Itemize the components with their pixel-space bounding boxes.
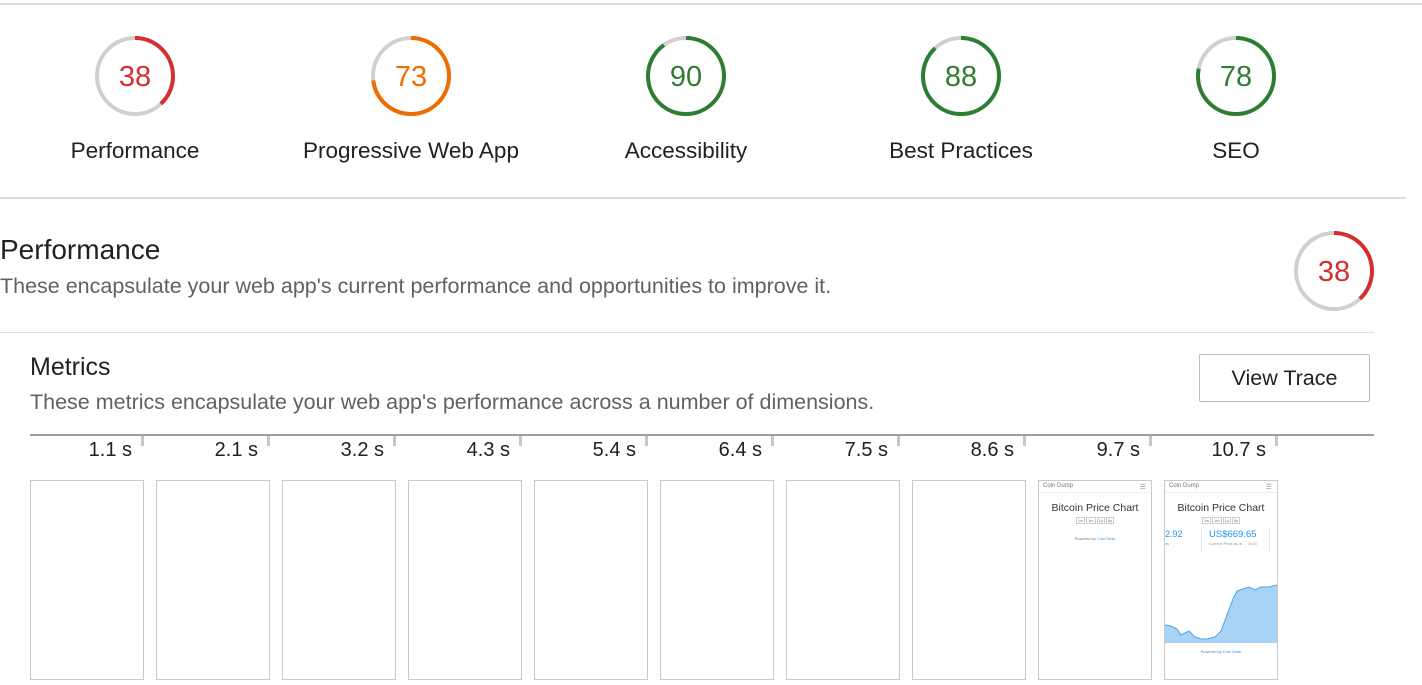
metrics-description: These metrics encapsulate your web app's… bbox=[30, 390, 875, 414]
filmstrip-time: 3.2 s bbox=[340, 439, 384, 461]
filmstrip-time: 10.7 s bbox=[1211, 439, 1266, 461]
mini-current-price-caption: Current Price as at ... 2016 bbox=[1209, 541, 1257, 546]
filmstrip-tick bbox=[393, 436, 396, 446]
gauge-performance[interactable]: 38 Performance bbox=[0, 34, 275, 164]
filmstrip-frame bbox=[156, 480, 270, 680]
filmstrip-tick bbox=[645, 436, 648, 446]
mini-range-tab: 1m bbox=[1212, 517, 1222, 524]
mini-range-tab: 5y bbox=[1231, 517, 1241, 524]
filmstrip-time: 1.1 s bbox=[88, 439, 132, 461]
filmstrip-time: 9.7 s bbox=[1096, 439, 1140, 461]
gauge-accessibility[interactable]: 90 Accessibility bbox=[546, 34, 826, 164]
performance-section-title: Performance bbox=[0, 234, 161, 265]
gauge-performance-ring: 38 bbox=[95, 36, 175, 116]
mini-app-header: Coin Dump ☰ bbox=[1165, 481, 1277, 493]
gauge-performance-score: 38 bbox=[119, 61, 151, 93]
mini-range-tab: 1y bbox=[1096, 517, 1105, 524]
view-trace-button[interactable]: View Trace bbox=[1199, 354, 1370, 402]
filmstrip-frame bbox=[660, 480, 774, 680]
mini-range-tab: 1y bbox=[1222, 517, 1231, 524]
mini-app-title: Bitcoin Price Chart bbox=[1051, 502, 1139, 514]
filmstrip-frame bbox=[534, 480, 648, 680]
mini-app-name: Coin Dump bbox=[1169, 483, 1200, 489]
gauge-pwa-ring: 73 bbox=[371, 36, 451, 116]
mini-current-price: US$669.65 bbox=[1209, 529, 1257, 540]
gauge-pwa[interactable]: 73 Progressive Web App bbox=[271, 34, 551, 164]
mini-range-tab: 1w bbox=[1075, 517, 1086, 524]
filmstrip-time: 8.6 s bbox=[970, 439, 1014, 461]
gauge-best-practices-score: 88 bbox=[945, 61, 977, 93]
filmstrip-axis bbox=[30, 434, 1374, 436]
mini-app-header: Coin Dump ☰ bbox=[1039, 481, 1151, 493]
performance-section-description: These encapsulate your web app's current… bbox=[0, 274, 832, 298]
filmstrip-frame bbox=[282, 480, 396, 680]
mini-price-divider bbox=[1201, 527, 1202, 553]
mini-footer-link: Coin Desk bbox=[1222, 649, 1242, 654]
gauge-accessibility-label: Accessibility bbox=[624, 138, 748, 163]
mini-range-tab: 5y bbox=[1105, 517, 1115, 524]
gauge-seo-score: 78 bbox=[1220, 61, 1252, 93]
gauge-performance-label: Performance bbox=[70, 138, 200, 163]
gauge-seo[interactable]: 78 SEO bbox=[1096, 34, 1376, 164]
mini-price-chart bbox=[1165, 584, 1277, 643]
hamburger-icon: ☰ bbox=[1139, 484, 1146, 491]
filmstrip-time: 2.1 s bbox=[214, 439, 258, 461]
gauge-pwa-label: Progressive Web App bbox=[303, 138, 519, 163]
mini-range-tabs: 1w 1m 1y 5y bbox=[1165, 517, 1277, 524]
category-summary: 38 Performance 73 Progressive Web App 90… bbox=[0, 0, 1422, 200]
mini-footer-link: Coin Desk bbox=[1096, 536, 1116, 541]
metrics-title: Metrics bbox=[30, 353, 111, 381]
performance-section-ring: 38 bbox=[1294, 231, 1374, 311]
mini-range-tab: 1w bbox=[1201, 517, 1212, 524]
hamburger-icon: ☰ bbox=[1265, 484, 1272, 491]
gauge-best-practices-ring: 88 bbox=[921, 36, 1001, 116]
filmstrip-tick bbox=[1023, 436, 1026, 446]
mini-price-change-caption: ay bbox=[1165, 541, 1170, 546]
filmstrip-time: 5.4 s bbox=[592, 439, 636, 461]
mini-price-divider bbox=[1269, 527, 1270, 553]
mini-range-tab: 1m bbox=[1086, 517, 1096, 524]
filmstrip-time: 4.3 s bbox=[466, 439, 510, 461]
section-divider bbox=[0, 332, 1374, 333]
filmstrip-tick bbox=[141, 436, 144, 446]
gauge-seo-label: SEO bbox=[1212, 138, 1260, 163]
mini-footer: Powered by Coin Desk bbox=[1074, 536, 1116, 541]
gauge-accessibility-ring: 90 bbox=[646, 36, 726, 116]
filmstrip-tick bbox=[267, 436, 270, 446]
mini-price-change: 2.92 bbox=[1165, 529, 1183, 539]
gauge-best-practices-label: Best Practices bbox=[889, 138, 1033, 163]
mini-range-tabs: 1w 1m 1y 5y bbox=[1039, 517, 1151, 524]
filmstrip-time: 6.4 s bbox=[718, 439, 762, 461]
summary-divider bbox=[0, 197, 1406, 199]
filmstrip-frame bbox=[912, 480, 1026, 680]
mini-app-title: Bitcoin Price Chart bbox=[1177, 502, 1265, 514]
gauge-accessibility-score: 90 bbox=[670, 61, 702, 93]
mini-footer: Powered by Coin Desk bbox=[1200, 649, 1242, 654]
gauge-pwa-score: 73 bbox=[395, 61, 427, 93]
filmstrip-frame bbox=[30, 480, 144, 680]
filmstrip-frame bbox=[408, 480, 522, 680]
filmstrip-frame bbox=[786, 480, 900, 680]
filmstrip-tick bbox=[1275, 436, 1278, 446]
filmstrip-frame-loading: Coin Dump ☰ Bitcoin Price Chart 1w 1m 1y… bbox=[1038, 480, 1152, 680]
filmstrip-tick bbox=[897, 436, 900, 446]
filmstrip-tick bbox=[519, 436, 522, 446]
gauge-seo-ring: 78 bbox=[1196, 36, 1276, 116]
performance-section-gauge: 38 bbox=[1292, 229, 1376, 318]
filmstrip-time: 7.5 s bbox=[844, 439, 888, 461]
performance-section-score: 38 bbox=[1318, 256, 1350, 288]
filmstrip-tick bbox=[1149, 436, 1152, 446]
filmstrip-frame-loaded: Coin Dump ☰ Bitcoin Price Chart 1w 1m 1y… bbox=[1164, 480, 1278, 680]
filmstrip-tick bbox=[771, 436, 774, 446]
mini-app-name: Coin Dump bbox=[1043, 483, 1074, 489]
gauge-best-practices[interactable]: 88 Best Practices bbox=[821, 34, 1101, 164]
